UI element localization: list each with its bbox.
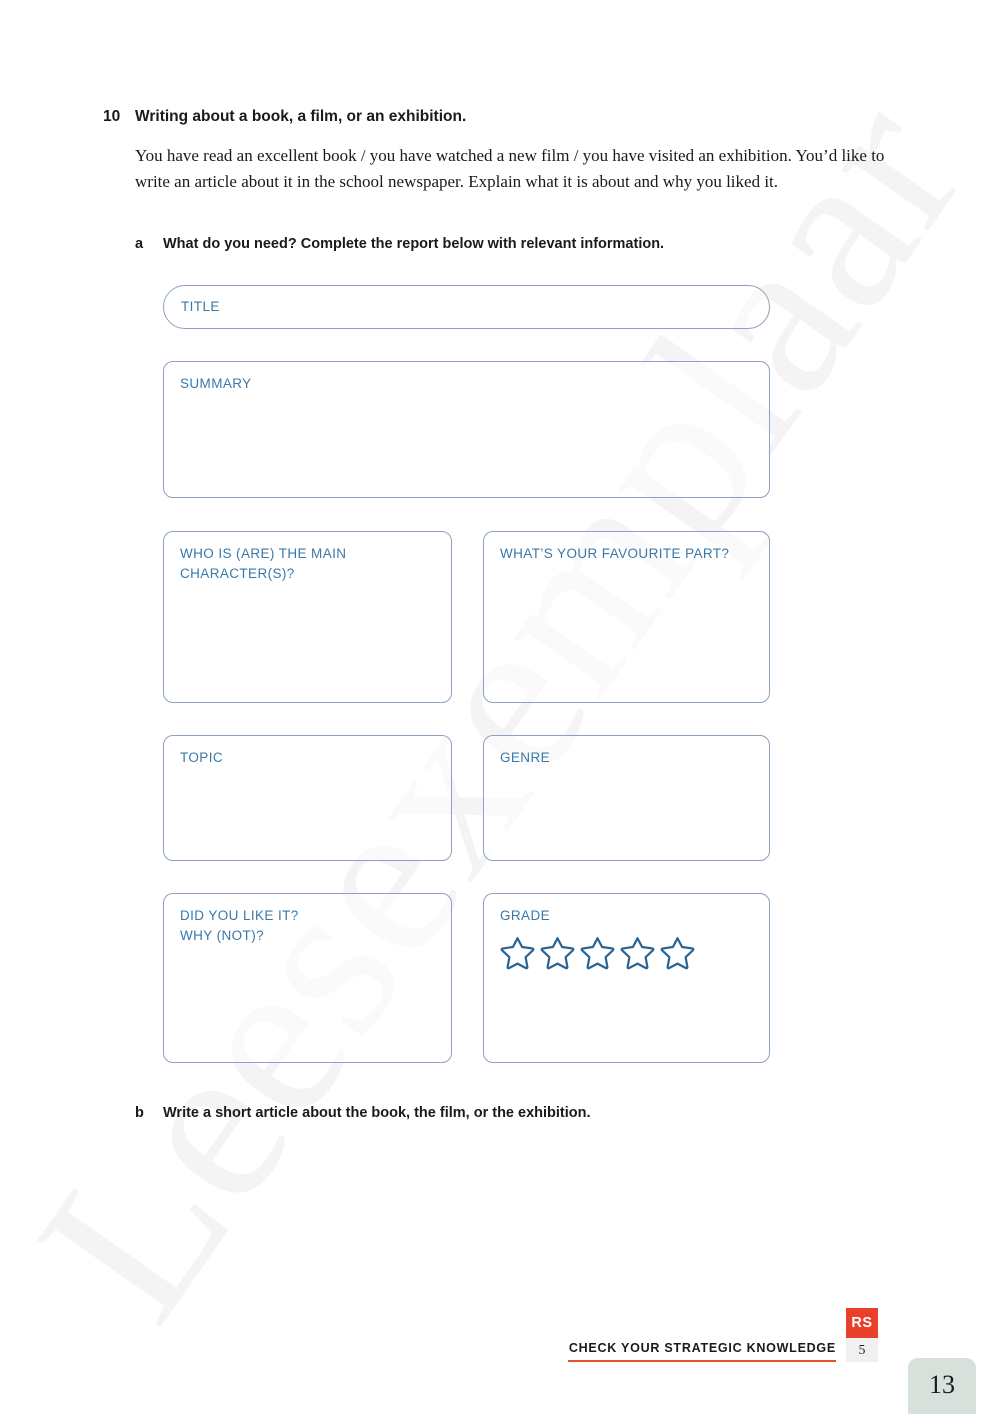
exercise-heading: 10 Writing about a book, a film, or an e… [103, 108, 903, 126]
favourite-part-field[interactable]: WHAT’S YOUR FAVOURITE PART? [483, 531, 770, 703]
page-number: 13 [929, 1370, 955, 1399]
subtask-a-text: What do you need? Complete the report be… [163, 236, 665, 252]
main-characters-field[interactable]: WHO IS (ARE) THE MAIN CHARACTER(S)? [163, 531, 452, 703]
summary-field[interactable]: SUMMARY [163, 361, 770, 498]
page-number-tab: 13 [908, 1358, 976, 1414]
star-icon[interactable] [658, 934, 696, 972]
footer-badge-column: RS 5 [846, 1308, 878, 1362]
level-badge: 5 [846, 1338, 878, 1362]
main-characters-field-label: WHO IS (ARE) THE MAIN CHARACTER(S)? [180, 546, 347, 581]
summary-field-label: SUMMARY [180, 376, 252, 391]
topic-field-label: TOPIC [180, 750, 224, 765]
grade-field-label: GRADE [500, 908, 551, 923]
exercise-intro-text: You have read an excellent book / you ha… [135, 146, 885, 191]
subtask-b: b Write a short article about the book, … [135, 1105, 591, 1121]
title-field[interactable]: TITLE [163, 285, 770, 329]
title-field-label: TITLE [181, 299, 220, 315]
star-icon[interactable] [578, 934, 616, 972]
footer-rule [568, 1360, 836, 1362]
grade-field[interactable]: GRADE [483, 893, 770, 1063]
star-icon[interactable] [618, 934, 656, 972]
footer: CHECK YOUR STRATEGIC KNOWLEDGE RS 5 [568, 1308, 878, 1362]
subtask-a-letter: a [135, 236, 144, 252]
star-icon[interactable] [498, 934, 536, 972]
subtask-b-letter: b [135, 1105, 144, 1121]
topic-field[interactable]: TOPIC [163, 735, 452, 861]
star-icon[interactable] [538, 934, 576, 972]
star-rating[interactable] [498, 934, 696, 972]
rs-badge: RS [846, 1308, 878, 1338]
genre-field-label: GENRE [500, 750, 551, 765]
favourite-part-field-label: WHAT’S YOUR FAVOURITE PART? [500, 546, 730, 561]
subtask-b-text: Write a short article about the book, th… [163, 1105, 591, 1121]
subtask-a: a What do you need? Complete the report … [135, 236, 664, 252]
footer-bar: CHECK YOUR STRATEGIC KNOWLEDGE RS 5 [568, 1308, 878, 1362]
worksheet-page: Leesexemplaar 10 Writing about a book, a… [0, 0, 1000, 1414]
genre-field[interactable]: GENRE [483, 735, 770, 861]
exercise-number: 10 [103, 108, 121, 125]
did-you-like-it-field-label: DID YOU LIKE IT? WHY (NOT)? [180, 908, 299, 943]
did-you-like-it-field[interactable]: DID YOU LIKE IT? WHY (NOT)? [163, 893, 452, 1063]
footer-text-wrap: CHECK YOUR STRATEGIC KNOWLEDGE [568, 1308, 846, 1362]
exercise-title: Writing about a book, a film, or an exhi… [135, 108, 467, 125]
footer-label: CHECK YOUR STRATEGIC KNOWLEDGE [568, 1341, 836, 1356]
